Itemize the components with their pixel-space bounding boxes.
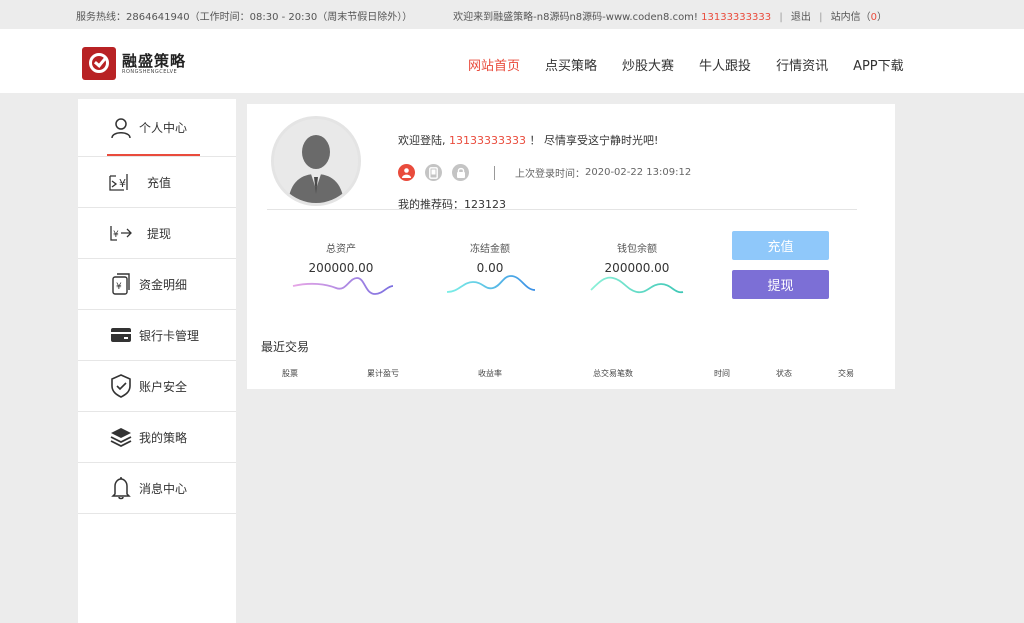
logo-mark-icon	[82, 47, 116, 80]
sidebar-item-label: 消息中心	[139, 481, 188, 496]
logo-name-cn: 融盛策略	[122, 51, 187, 70]
col-trade: 交易	[838, 369, 854, 378]
verification-status: 上次登录时间： 2020-02-22 13:09:12	[398, 164, 691, 181]
stat-label: 冻结金额	[470, 244, 510, 255]
layers-icon	[109, 425, 133, 449]
sidebar-item-label: 充值	[147, 175, 172, 190]
sidebar-item-label: 账户安全	[139, 379, 188, 394]
sidebar-item-personal-center[interactable]: 个人中心	[78, 99, 236, 157]
recent-trades-title: 最近交易	[261, 340, 310, 354]
inbox-close: ）	[877, 12, 887, 23]
hotline-text: 服务热线：2864641940（工作时间：08:30 - 20:30（周末节假日…	[76, 12, 413, 23]
divider	[494, 165, 495, 180]
col-cumulative-pnl: 累计盈亏	[367, 369, 399, 378]
col-stock: 股票	[282, 369, 298, 378]
sidebar-item-message-center[interactable]: 消息中心	[78, 463, 236, 514]
shield-icon	[109, 374, 133, 398]
svg-text:¥: ¥	[119, 177, 126, 190]
sidebar-item-label: 我的策略	[139, 430, 188, 445]
welcome-message: 欢迎登陆, 13133333333 ！ 尽情享受这宁静时光吧!	[398, 132, 658, 148]
top-right-links: 欢迎来到融盛策略-n8源码n8源码-www.coden8.com! 131333…	[453, 8, 887, 23]
separator: |	[779, 12, 783, 23]
sidebar-item-label: 银行卡管理	[139, 328, 200, 343]
sidebar-item-recharge[interactable]: ¥ 充值	[78, 157, 236, 208]
nav-contest[interactable]: 炒股大赛	[622, 55, 674, 74]
col-yield: 收益率	[478, 369, 502, 378]
fund-detail-icon: ¥	[109, 272, 133, 296]
avatar[interactable]	[271, 116, 361, 206]
nav-home[interactable]: 网站首页	[468, 55, 520, 74]
nav-follow[interactable]: 牛人跟投	[699, 55, 751, 74]
recharge-button[interactable]: 充值	[732, 231, 829, 260]
username: 13133333333	[449, 134, 526, 147]
welcome-suffix: ！ 尽情享受这宁静时光吧!	[529, 134, 659, 147]
account-panel: 欢迎登陆, 13133333333 ！ 尽情享受这宁静时光吧! 上次登录时间： …	[247, 104, 895, 389]
svg-text:¥: ¥	[113, 230, 119, 240]
stat-wallet: 钱包余额 200000.00	[587, 240, 687, 275]
col-status: 状态	[776, 369, 792, 378]
logo-name-en: RONGSHENGCELVE	[122, 68, 178, 75]
stat-label: 钱包余额	[617, 244, 657, 255]
sidebar-item-my-strategy[interactable]: 我的策略	[78, 412, 236, 463]
nav-buy-strategy[interactable]: 点买策略	[545, 55, 597, 74]
inbox-link[interactable]: 站内信（0）	[831, 12, 887, 23]
site-header: 融盛策略 RONGSHENGCELVE 网站首页 点买策略 炒股大赛 牛人跟投 …	[0, 29, 1024, 93]
inbox-label: 站内信（	[830, 12, 871, 23]
wave-decoration-icon	[446, 275, 536, 293]
sidebar-item-label: 提现	[147, 226, 172, 241]
stat-total-assets: 总资产 200000.00	[291, 240, 391, 275]
site-logo[interactable]: 融盛策略 RONGSHENGCELVE	[82, 47, 186, 80]
last-login-label: 上次登录时间：	[515, 169, 585, 180]
sidebar-item-label: 资金明细	[139, 277, 188, 292]
top-info-bar: 服务热线：2864641940（工作时间：08:30 - 20:30（周末节假日…	[0, 0, 1024, 29]
logout-link[interactable]: 退出	[791, 12, 811, 23]
phone-verify-icon[interactable]	[425, 164, 442, 181]
bell-icon	[109, 476, 133, 500]
recharge-icon: ¥	[109, 170, 133, 194]
sidebar-item-account-security[interactable]: 账户安全	[78, 361, 236, 412]
sidebar: 个人中心 ¥ 充值 ¥ 提现 ¥ 资金明细 银行卡管理 账户安全 我的策略 消息…	[78, 99, 236, 623]
sidebar-item-label: 个人中心	[139, 121, 188, 135]
user-icon	[109, 116, 133, 140]
nav-app-download[interactable]: APP下载	[853, 55, 904, 74]
stat-label: 总资产	[326, 244, 356, 255]
identity-verified-icon[interactable]	[398, 164, 415, 181]
welcome-prefix: 欢迎登陆,	[398, 134, 446, 147]
main-nav: 网站首页 点买策略 炒股大赛 牛人跟投 行情资讯 APP下载	[468, 55, 929, 74]
last-login-time: 2020-02-22 13:09:12	[585, 167, 692, 178]
sidebar-item-withdraw[interactable]: ¥ 提现	[78, 208, 236, 259]
wave-decoration-icon	[292, 277, 394, 295]
withdraw-icon: ¥	[109, 221, 133, 245]
nav-market-news[interactable]: 行情资讯	[776, 55, 828, 74]
col-total-trades: 总交易笔数	[593, 369, 633, 378]
lock-icon[interactable]	[452, 164, 469, 181]
col-time: 时间	[714, 369, 730, 378]
sidebar-item-bank-card[interactable]: 银行卡管理	[78, 310, 236, 361]
wave-decoration-icon	[590, 276, 684, 294]
withdraw-button[interactable]: 提现	[732, 270, 829, 299]
user-silhouette-icon	[274, 119, 358, 203]
separator: |	[819, 12, 823, 23]
bank-card-icon	[109, 323, 133, 347]
svg-text:¥: ¥	[116, 282, 122, 292]
user-phone-link[interactable]: 13133333333	[701, 12, 771, 23]
sidebar-item-fund-detail[interactable]: ¥ 资金明细	[78, 259, 236, 310]
divider	[267, 209, 857, 210]
stat-frozen: 冻结金额 0.00	[440, 240, 540, 275]
welcome-site-text: 欢迎来到融盛策略-n8源码n8源码-www.coden8.com!	[453, 12, 698, 23]
recent-trades-header: 股票 累计盈亏 收益率 总交易笔数 时间 状态 交易	[247, 368, 895, 382]
